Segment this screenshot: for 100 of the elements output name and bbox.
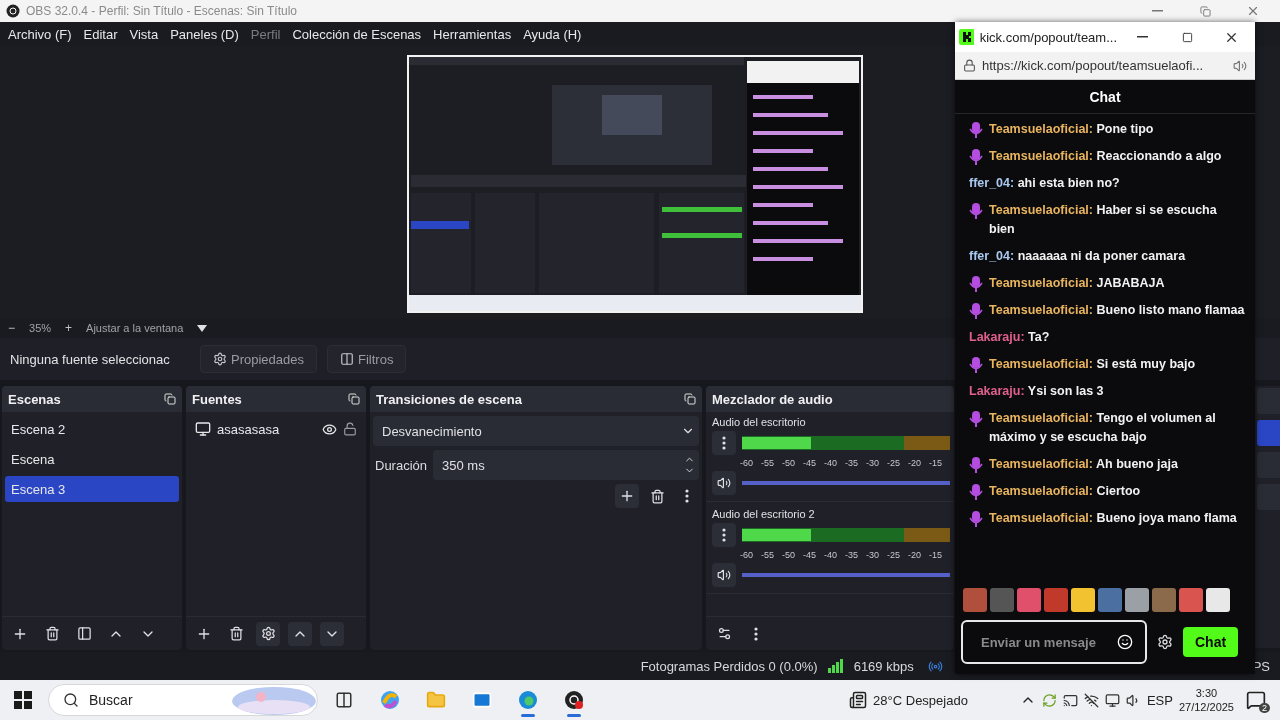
volume-slider[interactable] — [742, 573, 950, 577]
eye-icon[interactable] — [322, 421, 337, 437]
menu-item[interactable]: Editar — [77, 26, 124, 42]
search-icon — [63, 692, 79, 708]
bitrate-label: 6169 kbps — [853, 658, 914, 674]
chat-message: Teamsuelaoficial: Si está muy bajo — [989, 356, 1197, 373]
volume-slider[interactable] — [742, 481, 950, 485]
microphone-badge-icon — [969, 203, 983, 219]
transition-dropdown[interactable]: Desvanecimiento — [373, 416, 699, 446]
chat-message: Teamsuelaoficial: Ciertoo — [989, 483, 1142, 500]
more-button[interactable] — [712, 431, 736, 455]
meter-tick-label: -25 — [887, 458, 901, 468]
minimize-icon — [1136, 36, 1148, 38]
trash-icon — [649, 488, 665, 504]
move-up-button[interactable] — [288, 621, 312, 646]
undock-icon[interactable] — [684, 393, 696, 405]
meter-tick-label: -50 — [782, 458, 796, 468]
weather-label: 28°C Despejado — [873, 692, 968, 708]
chat-message: Teamsuelaoficial: Bueno listo mano flamaa — [989, 302, 1245, 319]
language-label: ESP — [1146, 692, 1173, 708]
chat-message: ffer_04: naaaaaa ni da poner camara — [969, 248, 1187, 265]
menu-item[interactable]: Paneles (D) — [164, 26, 245, 42]
channel-name: Audio del escritorio 2 — [712, 508, 815, 520]
send-chat-button[interactable]: Chat — [1183, 627, 1239, 657]
zoom-out-button[interactable]: − — [8, 321, 15, 335]
chat-message: ffer_04: ahi esta bien no? — [969, 175, 1121, 192]
meter-tick-label: -45 — [803, 458, 817, 468]
panel-title: Fuentes — [192, 391, 242, 407]
caret-icon — [197, 324, 208, 332]
read-aloud-icon[interactable] — [1233, 58, 1247, 73]
no-network-icon[interactable] — [1083, 692, 1099, 708]
scene-item[interactable]: Escena 3 — [5, 476, 179, 502]
settings-button[interactable] — [256, 621, 280, 646]
meter-tick-label: -55 — [761, 550, 775, 560]
channel-name: Audio del escritorio — [712, 416, 806, 428]
add-button[interactable] — [615, 484, 639, 508]
plus-icon — [619, 488, 635, 504]
settings-icon[interactable] — [1157, 634, 1173, 650]
filter-icon — [340, 352, 354, 366]
window-title: OBS 32.0.4 - Perfil: Sin Título - Escenas: Sin Título — [26, 4, 298, 18]
emoji-icon[interactable] — [1117, 634, 1133, 650]
menu-item[interactable]: Ayuda (H) — [517, 26, 588, 42]
meter-tick-label: -60 — [740, 458, 754, 468]
cast-icon[interactable] — [1062, 692, 1078, 708]
meter-tick-label: -60 — [740, 550, 754, 560]
message-field[interactable]: Enviar un mensaje — [961, 620, 1147, 664]
menu-item[interactable]: Archivo (F) — [2, 26, 78, 42]
menu-item[interactable]: Colección de Escenas — [286, 26, 428, 42]
menu-item[interactable]: Herramientas — [427, 26, 518, 42]
move-down-button[interactable] — [320, 621, 344, 646]
mute-button[interactable] — [712, 563, 736, 587]
chat-message: Teamsuelaoficial: Reaccionando a algo — [989, 148, 1223, 165]
meter-tick-label: -20 — [908, 550, 922, 560]
meter-tick-label: -50 — [782, 550, 796, 560]
vertical-dots-icon — [685, 489, 689, 503]
chat-message: Teamsuelaoficial: Ah bueno jaja — [989, 456, 1179, 473]
meter-tick-label: -40 — [824, 550, 838, 560]
maximize-icon — [1181, 31, 1193, 43]
meter-tick-label: -30 — [866, 550, 880, 560]
mute-button[interactable] — [712, 471, 736, 495]
windows-logo-icon[interactable] — [14, 691, 32, 709]
mail-icon — [472, 690, 492, 710]
menu-item[interactable]: Vista — [123, 26, 165, 42]
search-field[interactable]: Buscar — [48, 684, 318, 716]
vertical-dots-icon — [722, 436, 726, 450]
unlock-icon[interactable] — [343, 422, 357, 436]
sync-icon[interactable] — [1041, 692, 1057, 708]
more-button[interactable] — [712, 523, 736, 547]
monitor-icon[interactable] — [1104, 692, 1120, 708]
panel-title: Mezclador de audio — [712, 391, 833, 407]
folder-icon — [426, 690, 446, 710]
meter-tick-label: -45 — [803, 550, 817, 560]
trash-icon — [44, 626, 60, 641]
zoom-in-button[interactable]: + — [65, 321, 73, 335]
close-icon — [1246, 4, 1260, 18]
notification-icon[interactable] — [1246, 690, 1266, 710]
chat-heading: Chat — [1089, 88, 1121, 105]
undock-icon[interactable] — [164, 393, 176, 405]
chat-message: Lakaraju: Ta? — [969, 329, 1051, 346]
scene-item[interactable]: Escena — [5, 446, 179, 472]
gear-icon — [260, 626, 276, 641]
undock-icon[interactable] — [348, 393, 360, 405]
duration-label: Duración — [374, 457, 428, 473]
monitor-icon — [195, 421, 211, 437]
meter-tick-label: -35 — [845, 458, 859, 468]
toolbar-button[interactable]: Filtros — [327, 345, 407, 373]
browser-logo-icon — [517, 689, 539, 711]
microphone-badge-icon — [969, 411, 983, 427]
source-item[interactable]: asasasasa — [217, 421, 316, 437]
microphone-badge-icon — [969, 357, 983, 373]
chat-message: Teamsuelaoficial: JABABAJA — [989, 275, 1166, 292]
duration-field[interactable]: 350 ms — [433, 450, 699, 480]
meter-tick-label: -55 — [761, 458, 775, 468]
clock[interactable]: 3:30 27/12/2025 — [1178, 686, 1234, 714]
gears-icon — [716, 626, 732, 641]
fit-to-window-label: Ajustar a la ventana — [86, 322, 184, 334]
toolbar-button[interactable]: Propiedades — [200, 345, 317, 373]
widgets-icon[interactable] — [849, 691, 868, 709]
panel-title: Escenas — [8, 391, 61, 407]
scene-item[interactable]: Escena 2 — [5, 416, 179, 442]
